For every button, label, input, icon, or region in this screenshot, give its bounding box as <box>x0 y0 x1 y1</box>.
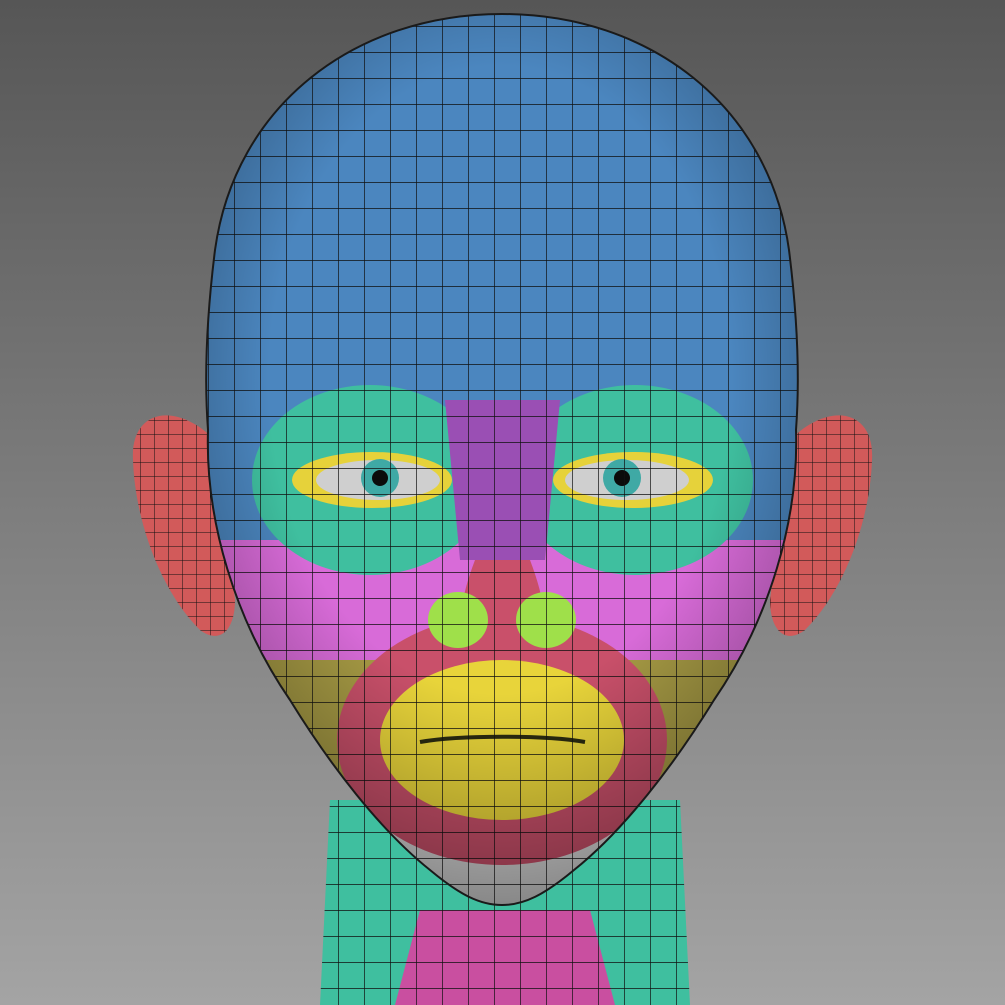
render-viewport <box>0 0 1005 1005</box>
head-mesh-render <box>0 0 1005 1005</box>
